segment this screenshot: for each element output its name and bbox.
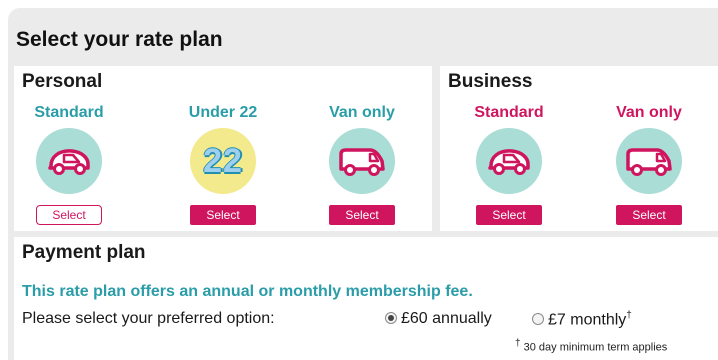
payment-panel: Payment plan This rate plan offers an an… (14, 237, 718, 360)
footnote-dagger: † (515, 338, 521, 349)
select-personal-under-22-button[interactable]: Select (190, 205, 256, 225)
personal-plan-under-22: Under 22 22 Select (168, 66, 278, 231)
select-personal-standard-button[interactable]: Select (36, 205, 102, 225)
personal-panel: Personal Standard Select Under 22 22 Sel… (14, 66, 432, 231)
business-plan-van-only: Van only Select (594, 66, 704, 231)
annually-radio[interactable] (385, 312, 397, 324)
monthly-label[interactable]: £7 monthly (548, 311, 626, 328)
plan-name: Van only (329, 104, 395, 121)
option-monthly[interactable]: £7 monthly† (532, 310, 632, 329)
monthly-dagger: † (626, 310, 632, 321)
personal-plan-standard: Standard Select (14, 66, 124, 231)
footnote: † 30 day minimum term applies (515, 338, 667, 354)
select-business-standard-button[interactable]: Select (476, 205, 542, 225)
age-22-icon: 22 (190, 128, 256, 194)
payment-panel-title: Payment plan (22, 242, 146, 263)
footnote-text: 30 day minimum term applies (523, 341, 668, 354)
plan-name: Van only (616, 104, 682, 121)
van-icon (616, 128, 682, 194)
select-personal-van-only-button[interactable]: Select (329, 205, 395, 225)
van-icon (329, 128, 395, 194)
car-icon (476, 128, 542, 194)
car-icon (36, 128, 102, 194)
business-panel: Business Standard Select Van only Select (440, 66, 718, 231)
monthly-radio[interactable] (532, 313, 544, 326)
annually-label[interactable]: £60 annually (401, 310, 492, 327)
page-title: Select your rate plan (16, 28, 223, 51)
option-annually[interactable]: £60 annually (385, 310, 492, 328)
age-22-text: 22 (203, 141, 243, 180)
plan-name: Standard (474, 104, 544, 121)
business-plan-standard: Standard Select (454, 66, 564, 231)
payment-description: This rate plan offers an annual or month… (22, 283, 473, 300)
plan-name: Under 22 (188, 104, 258, 121)
personal-plan-van-only: Van only Select (307, 66, 417, 231)
preferred-option-label: Please select your preferred option: (22, 310, 275, 327)
plan-name: Standard (34, 104, 104, 121)
select-business-van-only-button[interactable]: Select (616, 205, 682, 225)
